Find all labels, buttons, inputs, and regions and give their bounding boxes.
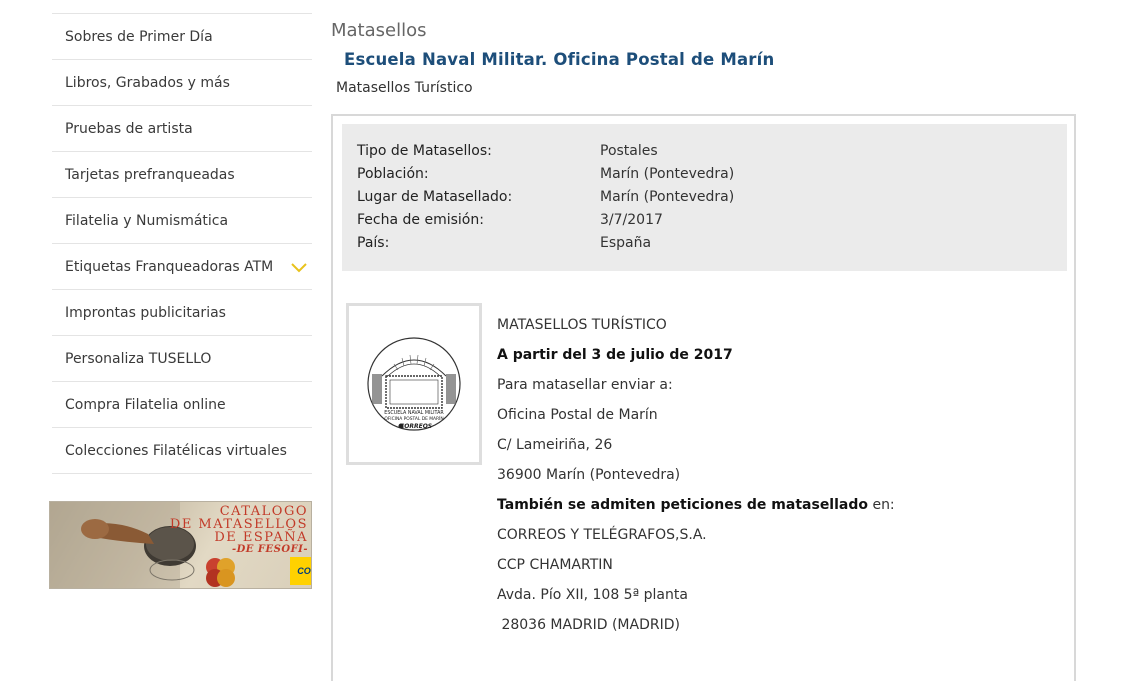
postmark-text-line1: ESCUELA NAVAL MILITAR bbox=[384, 410, 444, 416]
sidebar-item-pruebas-artista[interactable]: Pruebas de artista bbox=[52, 106, 312, 152]
desc-line: Para matasellar enviar a: bbox=[497, 377, 673, 393]
chevron-down-icon[interactable] bbox=[290, 261, 308, 273]
info-value: 3/7/2017 bbox=[600, 212, 663, 228]
sidebar-item-etiquetas-atm[interactable]: Etiquetas Franqueadoras ATM bbox=[52, 244, 312, 290]
sidebar-item-label: Libros, Grabados y más bbox=[65, 74, 230, 91]
postmark-illustration: ESCUELA NAVAL MILITAR OFICINA POSTAL DE … bbox=[367, 337, 461, 431]
postmark-image[interactable]: ESCUELA NAVAL MILITAR OFICINA POSTAL DE … bbox=[346, 303, 482, 465]
info-row-poblacion: Población: Marín (Pontevedra) bbox=[342, 166, 1067, 189]
desc-line: CORREOS Y TELÉGRAFOS,S.A. bbox=[497, 527, 707, 543]
info-row-tipo: Tipo de Matasellos: Postales bbox=[342, 143, 1067, 166]
desc-line-also: También se admiten peticiones de matasel… bbox=[497, 497, 895, 513]
sidebar-item-label: Improntas publicitarias bbox=[65, 304, 226, 321]
postmark-description: MATASELLOS TURÍSTICO A partir del 3 de j… bbox=[497, 316, 895, 646]
sidebar-item-label: Etiquetas Franqueadoras ATM bbox=[65, 258, 274, 275]
desc-line: 28036 MADRID (MADRID) bbox=[497, 617, 680, 633]
sidebar-item-label: Compra Filatelia online bbox=[65, 396, 226, 413]
info-value: Marín (Pontevedra) bbox=[600, 189, 735, 205]
section-title: Matasellos bbox=[331, 20, 427, 41]
info-value: España bbox=[600, 235, 652, 251]
desc-line: MATASELLOS TURÍSTICO bbox=[497, 317, 667, 333]
desc-line-date: A partir del 3 de julio de 2017 bbox=[497, 347, 733, 363]
sidebar-item-label: Pruebas de artista bbox=[65, 120, 193, 137]
page-title: Escuela Naval Militar. Oficina Postal de… bbox=[344, 50, 775, 69]
info-key: Población: bbox=[357, 166, 429, 182]
info-row-pais: País: España bbox=[342, 235, 1067, 258]
postmark-info-box: Tipo de Matasellos: Postales Población: … bbox=[342, 124, 1067, 271]
info-key: Lugar de Matasellado: bbox=[357, 189, 513, 205]
sidebar-item-label: Colecciones Filatélicas virtuales bbox=[65, 442, 287, 459]
sidebar-item-filatelia-numismatica[interactable]: Filatelia y Numismática bbox=[52, 198, 312, 244]
correos-logo: CORREOS bbox=[290, 557, 311, 585]
postmark-correos-logo: CORREOS bbox=[400, 423, 432, 430]
catalog-banner[interactable]: CATALOGO DE MATASELLOS DE ESPAÑA -DE FES… bbox=[49, 501, 312, 589]
sidebar-item-label: Filatelia y Numismática bbox=[65, 212, 229, 229]
sidebar-item-label: Personaliza TUSELLO bbox=[65, 350, 212, 367]
postmark-detail-card: Tipo de Matasellos: Postales Población: … bbox=[331, 114, 1076, 681]
sidebar-item-libros-grabados[interactable]: Libros, Grabados y más bbox=[52, 60, 312, 106]
banner-text-line4: -DE FESOFI- bbox=[231, 544, 308, 555]
desc-line: CCP CHAMARTIN bbox=[497, 557, 613, 573]
desc-line: Oficina Postal de Marín bbox=[497, 407, 658, 423]
desc-line: 36900 Marín (Pontevedra) bbox=[497, 467, 681, 483]
desc-line: Avda. Pío XII, 108 5ª planta bbox=[497, 587, 688, 603]
sidebar-item-compra-online[interactable]: Compra Filatelia online bbox=[52, 382, 312, 428]
sidebar-item-tarjetas-prefranqueadas[interactable]: Tarjetas prefranqueadas bbox=[52, 152, 312, 198]
info-key: Fecha de emisión: bbox=[357, 212, 484, 228]
info-value: Marín (Pontevedra) bbox=[600, 166, 735, 182]
postmark-text-line2: OFICINA POSTAL DE MARÍN bbox=[384, 415, 443, 422]
sidebar-item-label: Sobres de Primer Día bbox=[65, 28, 213, 45]
sidebar-nav: Sobres de Primer Día Libros, Grabados y … bbox=[52, 13, 312, 474]
desc-line: C/ Lameiriña, 26 bbox=[497, 437, 613, 453]
banner-text-line3: DE ESPAÑA bbox=[214, 530, 308, 545]
info-key: País: bbox=[357, 235, 390, 251]
page-subtitle: Matasellos Turístico bbox=[336, 80, 473, 96]
sidebar-item-tusello[interactable]: Personaliza TUSELLO bbox=[52, 336, 312, 382]
sidebar-item-colecciones-virtuales[interactable]: Colecciones Filatélicas virtuales bbox=[52, 428, 312, 474]
info-row-fecha: Fecha de emisión: 3/7/2017 bbox=[342, 212, 1067, 235]
info-value: Postales bbox=[600, 143, 658, 159]
sidebar-item-sobres-primer-dia[interactable]: Sobres de Primer Día bbox=[52, 14, 312, 60]
sidebar-list: Sobres de Primer Día Libros, Grabados y … bbox=[52, 13, 312, 474]
info-key: Tipo de Matasellos: bbox=[357, 143, 492, 159]
info-row-lugar: Lugar de Matasellado: Marín (Pontevedra) bbox=[342, 189, 1067, 212]
sidebar-item-improntas[interactable]: Improntas publicitarias bbox=[52, 290, 312, 336]
sidebar-item-label: Tarjetas prefranqueadas bbox=[65, 166, 235, 183]
